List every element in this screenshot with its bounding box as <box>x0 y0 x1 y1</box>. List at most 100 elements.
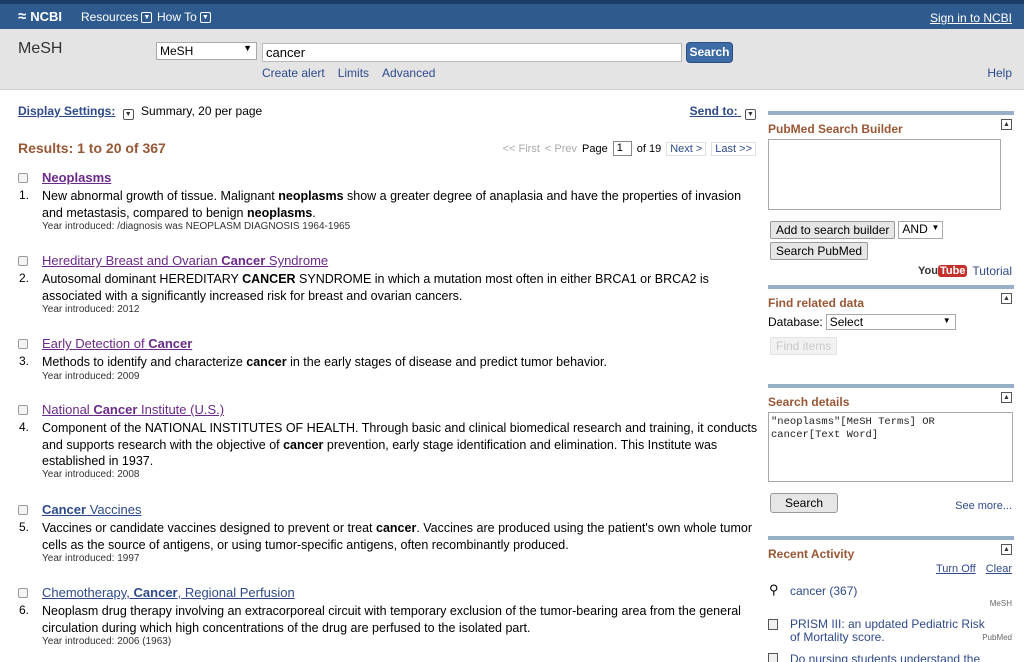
result-description: Methods to identify and characterize can… <box>42 355 607 369</box>
next-page-link[interactable]: Next > <box>666 141 707 156</box>
chevron-down-icon[interactable]: ▼ <box>122 109 134 120</box>
portlet-header: Recent Activity ▲ <box>768 540 1014 562</box>
collapse-icon[interactable]: ▲ <box>1001 392 1012 403</box>
details-search-button[interactable]: Search <box>770 493 839 513</box>
result-number: 5. <box>19 520 30 534</box>
turn-off-link[interactable]: Turn Off <box>936 563 976 575</box>
dropdown-arrow-icon: ▼ <box>243 43 252 53</box>
search-icon: ⚲ <box>769 582 779 597</box>
clear-link[interactable]: Clear <box>986 563 1012 575</box>
send-to-menu[interactable]: Send to: ▼ <box>690 104 756 120</box>
result-number: 6. <box>19 603 30 617</box>
search-details-textarea[interactable]: "neoplasms"[MeSH Terms] OR cancer[Text W… <box>768 412 1013 482</box>
ncbi-logo[interactable]: ≈ NCBI <box>18 8 62 25</box>
search-builder-textarea[interactable] <box>768 139 1001 210</box>
dropdown-arrow-icon: ▼ <box>942 316 951 325</box>
howto-menu[interactable]: How To ▼ <box>157 10 211 24</box>
limits-link[interactable]: Limits <box>338 66 369 80</box>
result-year-introduced: Year introduced: 2008 <box>42 469 140 480</box>
ncbi-logo-text: NCBI <box>30 9 63 24</box>
database-select[interactable]: MeSH ▼ <box>156 42 257 60</box>
result-title-link[interactable]: Hereditary Breast and Ovarian Cancer Syn… <box>42 253 328 268</box>
chevron-down-icon: ▼ <box>141 11 153 23</box>
display-settings-row: Display Settings: ▼ Summary, 20 per page… <box>18 104 756 120</box>
resources-menu[interactable]: Resources ▼ <box>81 10 153 24</box>
pager: << First < Prev Page 1 of 19 Next > Last… <box>503 141 756 156</box>
related-database-select[interactable]: Select ▼ <box>825 314 956 330</box>
prev-page-link[interactable]: < Prev <box>545 143 577 155</box>
page-label: Page <box>582 142 608 155</box>
portlet-title: Recent Activity <box>768 547 855 561</box>
page-number-input[interactable]: 1 <box>612 141 632 156</box>
chevron-down-icon: ▼ <box>745 109 756 120</box>
boolean-operator-select[interactable]: AND ▼ <box>898 221 944 239</box>
create-alert-link[interactable]: Create alert <box>262 66 325 80</box>
ncbi-topbar: ≈ NCBI Resources ▼ How To ▼ Sign in to N… <box>0 0 1024 29</box>
recent-activity-portlet: Recent Activity ▲ Turn Off Clear ⚲ cance… <box>768 536 1014 662</box>
search-details-portlet: Search details ▲ "neoplasms"[MeSH Terms]… <box>768 384 1014 524</box>
result-checkbox[interactable] <box>18 339 28 349</box>
result-title-link[interactable]: Chemotherapy, Cancer, Regional Perfusion <box>42 585 295 600</box>
result-number: 2. <box>19 271 30 285</box>
find-related-portlet: Find related data ▲ Database: Select ▼ Fi… <box>768 285 1014 365</box>
recent-item-link[interactable]: cancer (367) <box>790 584 857 598</box>
portlet-title: Find related data <box>768 296 865 310</box>
help-link[interactable]: Help <box>987 66 1012 80</box>
collapse-icon[interactable]: ▲ <box>1001 544 1012 555</box>
dropdown-arrow-icon: ▼ <box>931 223 940 232</box>
search-header: MeSH MeSH ▼ cancer Search Create alert L… <box>0 29 1024 90</box>
search-pubmed-button[interactable]: Search PubMed <box>770 242 869 260</box>
result-checkbox[interactable] <box>18 405 28 415</box>
ncbi-logo-icon: ≈ <box>18 8 27 25</box>
tutorial-link[interactable]: Tutorial <box>972 264 1012 278</box>
result-title-link[interactable]: Neoplasms <box>42 170 111 185</box>
result-year-introduced: Year introduced: 1997 <box>42 553 140 564</box>
recent-item-db: PubMed <box>982 633 1012 642</box>
result-checkbox[interactable] <box>18 256 28 266</box>
search-pubmed-wrap: Search PubMed <box>770 242 869 260</box>
result-number: 4. <box>19 420 30 434</box>
collapse-icon[interactable]: ▲ <box>1001 119 1012 130</box>
page-of-label: of 19 <box>636 142 662 155</box>
find-items-button[interactable]: Find items <box>770 337 838 355</box>
recent-item-db: MeSH <box>989 599 1012 608</box>
result-year-introduced: Year introduced: /diagnosis was NEOPLASM… <box>42 221 351 232</box>
send-to-label: Send to: <box>689 104 738 118</box>
result-title-link[interactable]: Cancer Vaccines <box>42 502 141 517</box>
sign-in-link[interactable]: Sign in to NCBI <box>930 11 1012 25</box>
result-checkbox[interactable] <box>18 505 28 515</box>
search-input[interactable]: cancer <box>262 43 682 62</box>
portlet-header: Find related data ▲ <box>768 289 1014 311</box>
portlet-title: PubMed Search Builder <box>768 122 903 136</box>
chevron-down-icon: ▼ <box>199 11 211 23</box>
search-builder-portlet: PubMed Search Builder ▲ Add to search bu… <box>768 111 1014 291</box>
database-select-value: MeSH <box>160 44 194 58</box>
database-title: MeSH <box>18 40 63 57</box>
search-button[interactable]: Search <box>686 42 733 63</box>
recent-item-link[interactable]: Do nursing students understand the <box>790 652 980 662</box>
howto-label: How To <box>157 10 197 24</box>
result-description: Component of the NATIONAL INSTITUTES OF … <box>42 421 758 468</box>
result-title-link[interactable]: National Cancer Institute (U.S.) <box>42 402 224 417</box>
display-settings-link[interactable]: Display Settings: <box>18 104 115 118</box>
see-more-link[interactable]: See more... <box>955 500 1012 512</box>
result-description: Vaccines or candidate vaccines designed … <box>42 521 752 552</box>
youtube-tutorial[interactable]: You Tube Tutorial <box>918 264 1012 278</box>
last-page-link[interactable]: Last >> <box>711 141 756 156</box>
result-number: 3. <box>19 354 30 368</box>
result-checkbox[interactable] <box>18 588 28 598</box>
result-year-introduced: Year introduced: 2012 <box>42 304 140 315</box>
result-title-link[interactable]: Early Detection of Cancer <box>42 336 192 351</box>
add-to-search-builder-button[interactable]: Add to search builder <box>770 221 896 239</box>
result-number: 1. <box>19 188 30 202</box>
recent-item-link[interactable]: PRISM III: an updated Pediatric Risk of … <box>790 618 990 644</box>
result-description: New abnormal growth of tissue. Malignant… <box>42 189 742 220</box>
portlet-title: Search details <box>768 395 850 409</box>
details-search-wrap: Search <box>770 493 839 513</box>
result-checkbox[interactable] <box>18 173 28 183</box>
related-db-row: Database: Select ▼ <box>768 314 956 330</box>
first-page-link[interactable]: << First <box>503 143 540 155</box>
portlet-header: PubMed Search Builder ▲ <box>768 115 1014 137</box>
collapse-icon[interactable]: ▲ <box>1001 293 1012 304</box>
advanced-link[interactable]: Advanced <box>382 66 435 80</box>
